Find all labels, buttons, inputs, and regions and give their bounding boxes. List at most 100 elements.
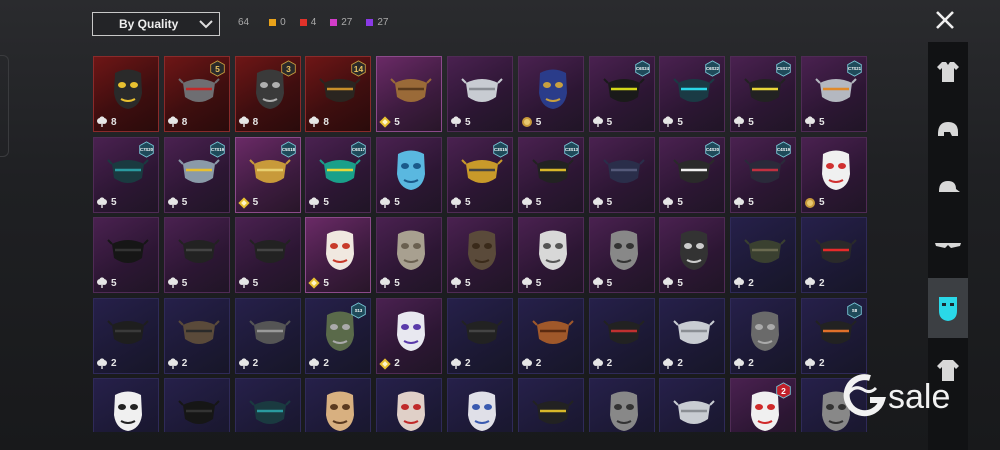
mask-item-tile[interactable]: 2 [163, 297, 230, 374]
side-drawer-handle[interactable] [0, 55, 9, 157]
season-badge: C6S17 [351, 140, 367, 158]
item-price-value: 2 [181, 358, 188, 369]
mask-item-tile[interactable] [517, 378, 584, 432]
item-price-value: 5 [465, 197, 471, 208]
mask-item-tile[interactable] [588, 378, 655, 432]
item-price: 5 [662, 196, 683, 210]
mask-item-tile[interactable] [376, 378, 443, 432]
mask-item-tile[interactable]: 2 [659, 297, 726, 374]
item-price-value: 2 [606, 358, 613, 369]
black-mask-icon [107, 239, 149, 263]
mask-item-tile[interactable]: C3S13 5 [517, 136, 584, 213]
mask-item-tile[interactable]: 2 [93, 297, 159, 374]
rust-mask-icon [532, 319, 574, 344]
mask-item-tile[interactable]: 58 [163, 56, 230, 132]
mask-item-tile[interactable] [163, 378, 230, 432]
mask-item-tile[interactable]: 2 [447, 297, 513, 374]
category-mask[interactable] [928, 278, 968, 338]
season-badge-text: C7S21 [848, 66, 862, 71]
item-price: 5 [521, 196, 541, 210]
mask-item-tile[interactable]: 2 [801, 217, 867, 293]
mask-item-tile[interactable]: C5S18 5 [234, 136, 301, 213]
mask-item-tile[interactable]: 5 [588, 217, 655, 293]
mask-item-tile[interactable]: 5 [163, 217, 230, 293]
mask-item-tile[interactable]: C6S22 5 [659, 56, 726, 132]
mask-item-tile[interactable]: 5 [234, 217, 301, 293]
mask-item-tile[interactable]: 5 [376, 217, 443, 293]
watermark-text: sale [888, 378, 950, 416]
mask-item-tile[interactable]: C7S19 5 [163, 136, 230, 213]
mask-item-tile[interactable]: 2 [730, 378, 797, 432]
mask-item-tile[interactable] [447, 378, 513, 432]
mask-item-tile[interactable]: 5 [588, 136, 655, 213]
item-price-value: 8 [323, 116, 329, 128]
close-icon[interactable] [930, 5, 960, 35]
item-price: 5 [96, 276, 117, 290]
mask-item-tile[interactable]: 5 [376, 56, 443, 132]
mask-item-tile[interactable] [93, 378, 159, 432]
item-price-value: 5 [181, 197, 188, 208]
item-price-value: 5 [111, 277, 117, 289]
olive-mask-icon [744, 239, 786, 263]
mask-item-tile[interactable] [305, 378, 372, 432]
mask-item-tile[interactable]: 5 [447, 217, 513, 293]
mask-item-tile[interactable]: 2 [517, 297, 584, 374]
mask-item-tile[interactable]: 5 [376, 136, 443, 213]
category-cap[interactable] [928, 158, 968, 218]
item-price-value: 5 [819, 197, 825, 208]
mask-item-tile[interactable]: C4S20 5 [659, 136, 726, 213]
season-badge: C7S19 [210, 140, 225, 158]
mask-item-tile[interactable]: 8 [93, 56, 159, 132]
mask-item-tile[interactable]: 2 [588, 297, 655, 374]
mask-item-tile[interactable]: 14 8 [305, 56, 372, 132]
item-price: 5 [450, 115, 471, 129]
mask-item-tile[interactable]: C6S17 5 [305, 136, 372, 213]
mask-item-tile[interactable]: C7S21 5 [801, 56, 867, 132]
mask-item-tile[interactable]: C4S19 5 [730, 136, 797, 213]
item-price: 5 [733, 115, 754, 129]
rare-count-value: 27 [341, 17, 353, 28]
season-badge: C5S18 [280, 140, 296, 158]
sort-dropdown-label: By Quality [119, 17, 179, 31]
mask-item-tile[interactable]: 5 [517, 217, 584, 293]
rare-count: 27 [330, 17, 352, 28]
item-price: 5 [238, 276, 258, 290]
mask-item-tile[interactable]: 2 [730, 217, 797, 293]
mask-item-tile[interactable]: S13 2 [305, 297, 372, 374]
mask-item-tile[interactable]: 38 [234, 56, 301, 132]
mask-item-tile[interactable]: 2 [730, 297, 797, 374]
mask-item-tile[interactable]: 2 [234, 297, 301, 374]
mask-item-tile[interactable]: S8 2 [801, 297, 867, 374]
category-helmet[interactable] [928, 100, 968, 160]
mask-item-tile[interactable] [234, 378, 301, 432]
mask-item-tile[interactable]: 5 [305, 217, 372, 293]
mask-item-tile[interactable]: 5 [447, 56, 513, 132]
category-glasses[interactable] [928, 216, 968, 276]
dark-mask-icon [178, 239, 220, 263]
sort-dropdown[interactable]: By Quality [92, 12, 220, 36]
mask-item-tile[interactable]: 5 [517, 56, 584, 132]
item-grid: 8 5 8 3 8 14 8 5 5 5 C6S24 5 C6S22 5 C5S27 5 C7S21 5 C7S20… [93, 56, 868, 432]
mask-item-tile[interactable]: C3S15 5 [447, 136, 513, 213]
mask-item-tile[interactable] [659, 378, 726, 432]
mask-item-tile[interactable]: C5S27 5 [730, 56, 797, 132]
mask-item-tile[interactable]: 5 [801, 136, 867, 213]
category-outfit[interactable] [928, 42, 968, 102]
mask-item-tile[interactable]: 5 [659, 217, 726, 293]
mist-currency-icon [451, 357, 461, 369]
item-price: 2 [167, 357, 188, 371]
uncommon-count: 27 [366, 17, 389, 28]
mist-currency-icon [309, 357, 320, 369]
season-badge: 5 [210, 60, 225, 77]
mask-item-tile[interactable]: 5 [93, 217, 159, 293]
item-price-value: 5 [394, 197, 400, 208]
mask-item-tile[interactable]: C7S20 5 [93, 136, 159, 213]
season-badge: 14 [351, 60, 367, 77]
epic-count-value: 4 [310, 17, 317, 28]
item-price: 5 [521, 276, 541, 290]
skull-mask-icon [609, 391, 638, 431]
mask-item-tile[interactable]: 2 [376, 297, 443, 374]
mask-item-tile[interactable]: C6S24 5 [588, 56, 655, 132]
item-price: 5 [379, 196, 400, 210]
mist-currency-icon [167, 196, 178, 208]
